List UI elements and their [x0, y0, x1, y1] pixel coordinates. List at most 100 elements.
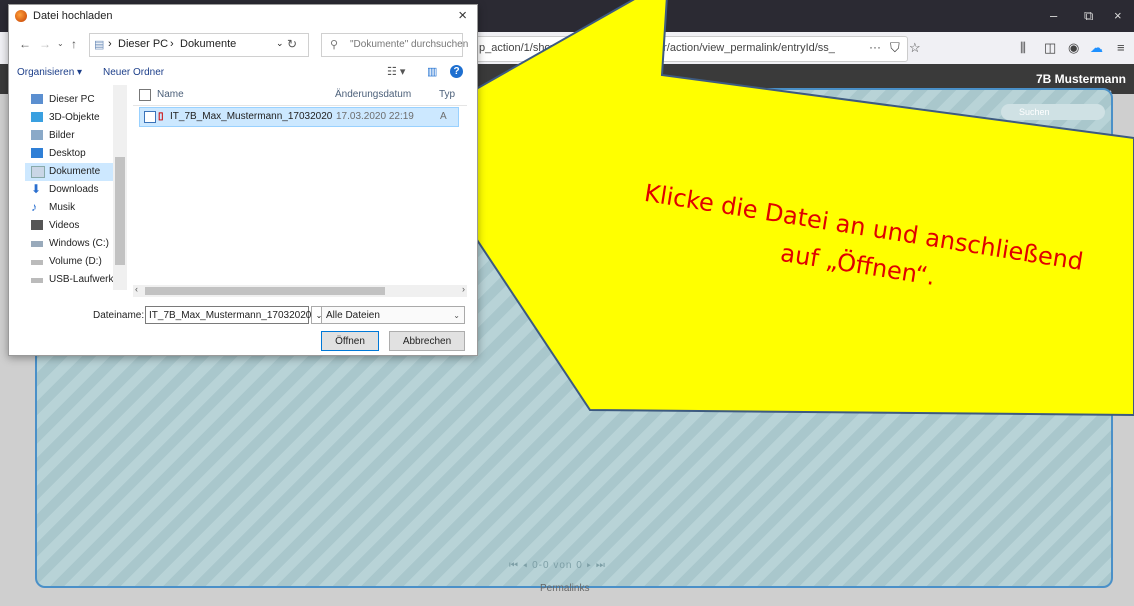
3d-objects-icon	[31, 112, 43, 122]
tree-label: Volume (D:)	[49, 256, 102, 267]
downloads-icon: ⬇	[31, 182, 42, 196]
column-name[interactable]: Name	[157, 89, 184, 100]
dialog-titlebar: Datei hochladen ×	[9, 5, 477, 27]
drive-icon	[31, 260, 43, 265]
tree-item-pictures[interactable]: Bilder	[25, 127, 127, 145]
view-options-icon[interactable]: ☷ ▾	[387, 65, 405, 78]
scroll-left-icon[interactable]: ‹	[135, 284, 138, 294]
select-all-checkbox[interactable]	[139, 89, 151, 101]
file-type-value: Alle Dateien	[326, 310, 380, 321]
file-date: 17.03.2020 22:19	[336, 111, 414, 122]
tree-item-this-pc[interactable]: Dieser PC	[25, 91, 127, 109]
chevron-down-icon[interactable]: ⌄	[276, 38, 284, 49]
pager-text: 0-0 von 0	[532, 560, 583, 571]
tree-item-drive-c[interactable]: Windows (C:)	[25, 235, 127, 253]
close-icon[interactable]: ×	[458, 7, 467, 24]
navigation-tree: Dieser PC 3D-Objekte Bilder Desktop Doku…	[9, 85, 127, 290]
tree-scroll-thumb[interactable]	[115, 157, 125, 265]
page-actions-icon[interactable]: ···	[869, 40, 881, 54]
usb-drive-icon	[31, 278, 43, 283]
pdf-file-icon: ▯	[158, 111, 164, 122]
breadcrumb-separator: ›	[108, 38, 112, 50]
preview-pane-icon[interactable]: ▥	[427, 65, 437, 78]
command-bar: Organisieren ▾ Neuer Ordner ☷ ▾ ▥ ?	[9, 61, 477, 85]
tree-label: Bilder	[49, 130, 75, 141]
last-page-icon[interactable]: ⏭	[596, 560, 606, 571]
url-text-left: p_action/1/showC	[479, 42, 567, 54]
breadcrumb[interactable]: ▤ › Dieser PC › Dokumente ⌄	[89, 33, 309, 57]
horizontal-scrollbar[interactable]: ‹ ›	[133, 284, 467, 297]
videos-icon	[31, 220, 43, 230]
dialog-title: Datei hochladen	[33, 10, 113, 22]
refresh-icon[interactable]: ↻	[287, 37, 297, 51]
column-type[interactable]: Typ	[439, 89, 455, 100]
chevron-down-icon: ⌄	[453, 311, 460, 320]
help-icon[interactable]: ?	[450, 65, 463, 78]
pictures-icon	[31, 130, 43, 140]
tree-scrollbar[interactable]	[113, 85, 127, 290]
computer-icon	[31, 94, 43, 104]
tree-item-usb-drive[interactable]: USB-Laufwerk (E	[25, 271, 127, 289]
file-row[interactable]: ▯ IT_7B_Max_Mustermann_17032020 17.03.20…	[139, 107, 459, 127]
address-bar: ← → ⌄ ↑ ▤ › Dieser PC › Dokumente ⌄ ↻ ⚲ …	[9, 27, 477, 61]
window-close-button[interactable]: ×	[1114, 8, 1122, 23]
next-page-icon[interactable]: ▸	[587, 560, 593, 571]
desktop-icon	[31, 148, 43, 158]
recent-dropdown-icon[interactable]: ⌄	[57, 39, 64, 48]
open-button[interactable]: Öffnen	[321, 331, 379, 351]
filename-input[interactable]: IT_7B_Max_Mustermann_17032020	[145, 306, 311, 324]
menu-icon[interactable]: ≡	[1117, 40, 1125, 55]
tree-item-music[interactable]: ♪ Musik	[25, 199, 127, 217]
column-date[interactable]: Änderungsdatum	[335, 89, 411, 100]
search-icon: ⚲	[330, 39, 339, 51]
tree-label: Downloads	[49, 184, 99, 195]
navigation-link[interactable]: Navigation anzeigen	[1023, 140, 1105, 150]
library-icon[interactable]: ⫼	[1020, 40, 1026, 56]
scroll-right-icon[interactable]: ›	[462, 284, 465, 294]
bookmark-star-icon[interactable]: ☆	[909, 40, 921, 56]
file-type: A	[440, 111, 447, 122]
file-type-select[interactable]: Alle Dateien ⌄	[321, 306, 465, 324]
up-icon[interactable]: ↑	[71, 37, 77, 51]
tree-label: 3D-Objekte	[49, 112, 100, 123]
cancel-button[interactable]: Abbrechen	[389, 331, 465, 351]
permalinks-link[interactable]: Permalinks	[540, 583, 589, 594]
restore-button[interactable]: ⧉	[1084, 8, 1093, 24]
tree-item-3d-objects[interactable]: 3D-Objekte	[25, 109, 127, 127]
tree-item-downloads[interactable]: ⬇ Downloads	[25, 181, 127, 199]
filename-label: Dateiname:	[93, 310, 145, 321]
pocket-icon[interactable]: ⛉	[890, 40, 900, 56]
filename-row: Dateiname: IT_7B_Max_Mustermann_17032020…	[9, 305, 477, 329]
breadcrumb-item-documents[interactable]: Dokumente	[180, 38, 236, 50]
minimize-button[interactable]: –	[1050, 8, 1057, 23]
tree-item-drive-d[interactable]: Volume (D:)	[25, 253, 127, 271]
music-icon: ♪	[31, 200, 37, 214]
tree-item-desktop[interactable]: Desktop	[25, 145, 127, 163]
file-upload-dialog: Datei hochladen × ← → ⌄ ↑ ▤ › Dieser PC …	[8, 4, 478, 356]
tree-item-documents[interactable]: Dokumente	[25, 163, 127, 181]
account-icon[interactable]: ◉	[1068, 40, 1079, 56]
user-name[interactable]: 7B Mustermann	[1036, 72, 1126, 86]
documents-icon	[31, 166, 45, 178]
tree-label: Windows (C:)	[49, 238, 110, 249]
dialog-search-input[interactable]: ⚲ "Dokumente" durchsuchen	[321, 33, 468, 57]
organize-button[interactable]: Organisieren ▾	[17, 67, 82, 78]
horizontal-scroll-thumb[interactable]	[145, 287, 385, 295]
back-icon[interactable]: ←	[19, 37, 31, 51]
extension-icon[interactable]: ☁	[1090, 40, 1103, 56]
breadcrumb-item-this-pc[interactable]: Dieser PC	[118, 38, 168, 50]
tree-label: Musik	[49, 202, 76, 213]
folder-icon: ▤	[94, 39, 105, 51]
file-checkbox[interactable]	[144, 111, 156, 123]
tree-label: Videos	[49, 220, 80, 231]
file-name: IT_7B_Max_Mustermann_17032020	[170, 111, 333, 122]
tree-item-videos[interactable]: Videos	[25, 217, 127, 235]
forward-icon[interactable]: →	[39, 37, 51, 51]
sidebar-icon[interactable]: ◫	[1044, 40, 1056, 56]
url-bar[interactable]: p_action/1/showC er/action/view_permalin…	[456, 36, 908, 62]
search-placeholder: "Dokumente" durchsuchen	[350, 39, 469, 50]
prev-page-icon[interactable]: ◂	[523, 560, 529, 571]
first-page-icon[interactable]: ⏮	[509, 560, 519, 571]
new-folder-button[interactable]: Neuer Ordner	[103, 67, 164, 78]
search-input[interactable]: Suchen	[1001, 104, 1105, 120]
